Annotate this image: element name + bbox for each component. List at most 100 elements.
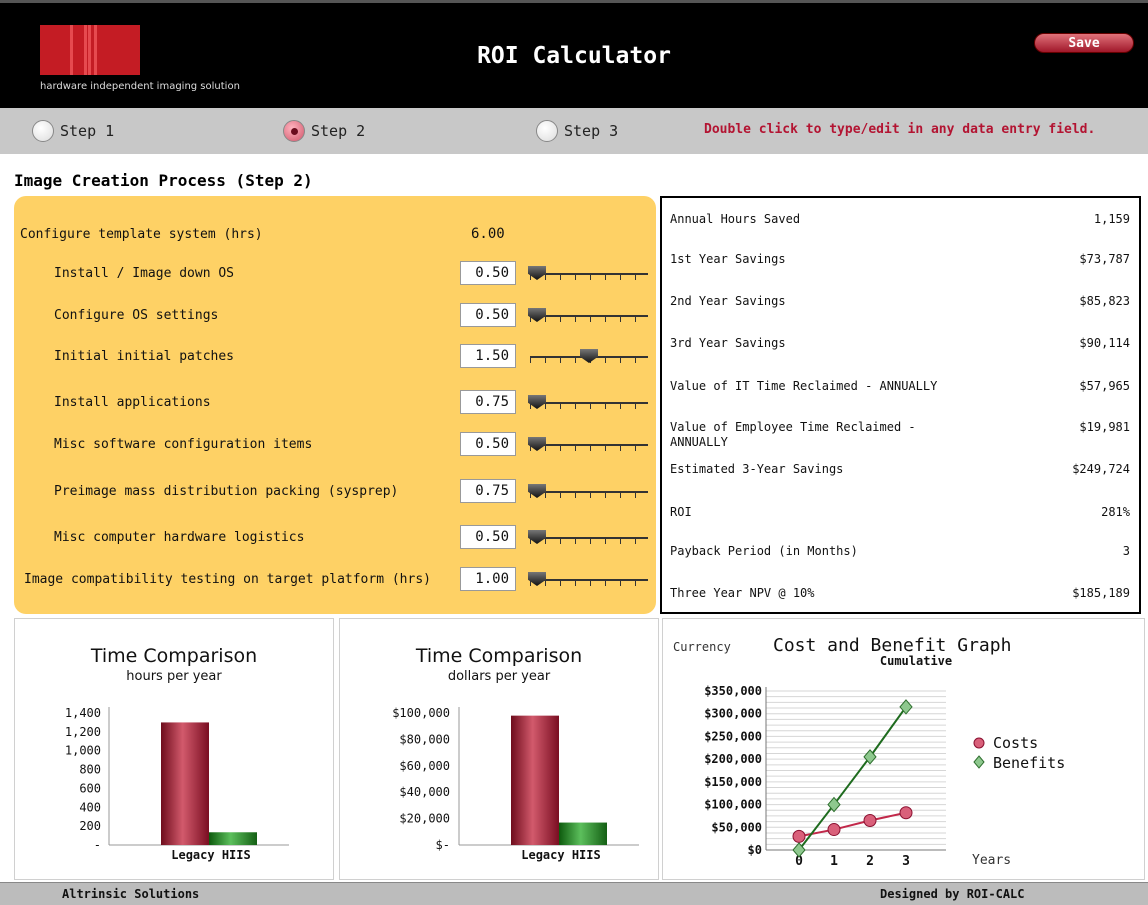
result-label: Annual Hours Saved — [670, 212, 801, 226]
y-tick-label: $200,000 — [704, 752, 762, 766]
cost-benefit-chart-plot: Cost and Benefit GraphCumulative Currency… — [673, 635, 1065, 869]
input-row: Misc computer hardware logistics 0.50 — [14, 523, 656, 553]
hours-field[interactable]: 0.75 — [460, 479, 516, 503]
app-title: ROI Calculator — [477, 43, 671, 69]
costs-point — [792, 829, 806, 843]
x-axis-title: Years — [972, 853, 1011, 868]
y-tick-label: $150,000 — [704, 775, 762, 789]
result-value: $249,724 — [1072, 462, 1130, 476]
legend-costs-label: Costs — [993, 734, 1038, 752]
result-label: Payback Period (in Months) — [670, 544, 858, 558]
slider-ticks — [530, 446, 648, 451]
result-value: 3 — [1122, 544, 1130, 558]
result-value: 281% — [1101, 505, 1130, 519]
y-tick-label: $0 — [748, 843, 762, 857]
result-label: 2nd Year Savings — [670, 294, 786, 308]
y-axis-title: Currency — [673, 640, 731, 654]
footer: Altrinsic Solutions Designed by ROI-CALC — [0, 882, 1148, 905]
result-value: $57,965 — [1079, 379, 1130, 393]
hours-chart-plot: 1,400 1,200 1,000 800 600 400 200 - Legacy HIIS — [65, 706, 289, 862]
input-label: Misc computer hardware logistics — [54, 530, 305, 545]
hours-slider[interactable] — [528, 348, 650, 366]
y-tick-label: $20,000 — [399, 812, 450, 826]
hours-field[interactable]: 1.00 — [460, 567, 516, 591]
dollars-chart: Time Comparison dollars per year $100,00… — [339, 618, 659, 880]
bar-legacy — [511, 715, 559, 845]
result-value: $185,189 — [1072, 586, 1130, 600]
chart-subtitle: Cumulative — [880, 654, 952, 668]
hours-field[interactable]: 0.50 — [460, 261, 516, 285]
y-tick-label: 600 — [79, 781, 101, 795]
step-3-radio[interactable]: Step 3 — [536, 120, 618, 142]
x-tick-label: 3 — [902, 854, 910, 869]
y-tick-label: $80,000 — [399, 732, 450, 746]
hours-slider[interactable] — [528, 483, 650, 501]
hours-slider[interactable] — [528, 307, 650, 325]
hours-slider[interactable] — [528, 529, 650, 547]
slider-ticks — [530, 275, 648, 280]
legend-benefits-marker — [973, 755, 985, 769]
slider-ticks — [530, 404, 648, 409]
result-label: 1st Year Savings — [670, 252, 786, 266]
footer-company: Altrinsic Solutions — [62, 887, 200, 901]
legend-costs-marker — [973, 737, 985, 749]
result-value: $19,981 — [1079, 420, 1130, 434]
step-2-radio[interactable]: Step 2 — [283, 120, 365, 142]
hours-field[interactable]: 1.50 — [460, 344, 516, 368]
hours-field[interactable]: 0.50 — [460, 303, 516, 327]
y-tick-label: 800 — [79, 763, 101, 777]
step-1-radio[interactable]: Step 1 — [32, 120, 114, 142]
input-label: Misc software configuration items — [54, 437, 313, 452]
y-tick-label: - — [94, 838, 101, 852]
bar-legacy — [161, 722, 209, 845]
slider-ticks — [530, 317, 648, 322]
bar-hiis — [559, 822, 607, 845]
input-row: Install applications 0.75 — [14, 388, 656, 418]
logo-tagline: hardware independent imaging solution — [40, 81, 240, 92]
x-tick-label: 2 — [866, 854, 874, 869]
costs-point — [827, 823, 841, 837]
hours-chart: Time Comparison hours per year 1,400 1,20… — [14, 618, 334, 880]
y-tick-label: 200 — [79, 819, 101, 833]
input-label: Preimage mass distribution packing (sysp… — [54, 484, 399, 499]
step-label: Step 1 — [60, 122, 115, 140]
hours-field[interactable]: 0.50 — [460, 525, 516, 549]
hours-field[interactable]: 0.50 — [460, 432, 516, 456]
hours-slider[interactable] — [528, 394, 650, 412]
y-tick-label: $60,000 — [399, 759, 450, 773]
app-header: hardware independent imaging solution RO… — [0, 0, 1148, 108]
input-row: Preimage mass distribution packing (sysp… — [14, 477, 656, 507]
result-label: Three Year NPV @ 10% — [670, 586, 815, 600]
x-tick-label: Legacy HIIS — [171, 848, 250, 862]
input-row: Image compatibility testing on target pl… — [14, 565, 656, 595]
y-tick-label: $100,000 — [392, 706, 450, 720]
hours-slider[interactable] — [528, 571, 650, 589]
x-tick-label: Legacy HIIS — [521, 848, 600, 862]
y-tick-label: 1,000 — [65, 744, 101, 758]
result-value: $73,787 — [1079, 252, 1130, 266]
hours-slider[interactable] — [528, 265, 650, 283]
input-row: Configure OS settings 0.50 — [14, 301, 656, 331]
hours-slider[interactable] — [528, 436, 650, 454]
save-button[interactable]: Save — [1034, 33, 1134, 53]
costs-point — [899, 806, 913, 820]
section-title: Image Creation Process (Step 2) — [14, 171, 313, 190]
y-tick-label: 400 — [79, 800, 101, 814]
bar-hiis — [209, 832, 257, 845]
input-row: Initial initial patches 1.50 — [14, 342, 656, 372]
chart-title: Cost and Benefit Graph — [773, 635, 1011, 656]
y-tick-label: $250,000 — [704, 729, 762, 743]
cost-benefit-chart: Cost and Benefit Graph Cumulative Currency… — [662, 618, 1145, 880]
step-label: Step 2 — [311, 122, 366, 140]
hours-field[interactable]: 0.75 — [460, 390, 516, 414]
result-label: Value of IT Time Reclaimed - ANNUALLY — [670, 379, 938, 393]
input-label: Image compatibility testing on target pl… — [24, 572, 431, 587]
legend-benefits-label: Benefits — [993, 754, 1065, 772]
input-label: Configure OS settings — [54, 308, 219, 323]
result-label: Estimated 3-Year Savings — [670, 462, 844, 476]
slider-ticks — [530, 539, 648, 544]
x-tick-label: 1 — [830, 854, 838, 869]
input-label: Install / Image down OS — [54, 266, 235, 281]
result-label: 3rd Year Savings — [670, 336, 786, 350]
radio-unchecked-icon — [32, 120, 54, 142]
